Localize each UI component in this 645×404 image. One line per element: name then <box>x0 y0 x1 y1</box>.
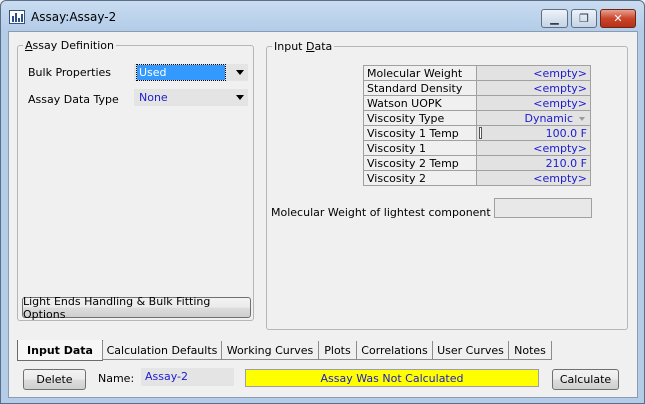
table-row[interactable]: Molecular Weight <empty> <box>363 65 591 81</box>
minimize-button[interactable]: ▁ <box>541 9 568 28</box>
assay-data-type-value: None <box>139 91 168 104</box>
table-row[interactable]: Viscosity 1 <empty> <box>363 140 591 156</box>
chevron-down-icon <box>236 95 244 100</box>
grid-value[interactable]: <empty> <box>476 65 591 81</box>
grid-value[interactable]: <empty> <box>476 140 591 156</box>
assay-definition-group: Assay Definition <box>17 39 254 321</box>
assay-window: Assay:Assay-2 ▁ ❐ ✕ Assay Definition Bul… <box>0 0 645 404</box>
grid-key: Molecular Weight <box>363 65 477 81</box>
assay-data-type-label: Assay Data Type <box>28 93 119 106</box>
lightest-component-field[interactable] <box>494 198 592 218</box>
grid-key: Standard Density <box>363 80 477 96</box>
grid-key: Viscosity 2 Temp <box>363 155 477 171</box>
input-data-legend: Input Data <box>274 40 333 53</box>
grid-key: Viscosity Type <box>363 110 477 126</box>
light-ends-handling-button[interactable]: Light Ends Handling & Bulk Fitting Optio… <box>22 295 251 321</box>
close-button[interactable]: ✕ <box>600 9 636 28</box>
lightest-component-label: Molecular Weight of lightest component <box>271 206 491 219</box>
grid-value[interactable]: <empty> <box>476 95 591 111</box>
input-data-grid: Molecular Weight <empty> Standard Density… <box>363 65 591 186</box>
grid-key: Watson UOPK <box>363 95 477 111</box>
grid-key: Viscosity 1 <box>363 140 477 156</box>
tab-user-curves[interactable]: User Curves <box>432 341 509 360</box>
assay-app-icon <box>9 10 25 24</box>
calculate-button[interactable]: Calculate <box>552 369 619 390</box>
table-row[interactable]: Viscosity Type Dynamic <box>363 110 591 126</box>
name-field[interactable]: Assay-2 <box>141 368 234 386</box>
assay-definition-legend: Assay Definition <box>25 39 115 52</box>
bulk-properties-dropdown[interactable]: Used <box>134 64 248 81</box>
grid-key: Viscosity 1 Temp <box>363 125 477 141</box>
close-icon: ✕ <box>613 12 623 25</box>
delete-button[interactable]: Delete <box>23 369 86 390</box>
table-row[interactable]: Watson UOPK <empty> <box>363 95 591 111</box>
chevron-down-icon <box>236 70 244 75</box>
grid-value[interactable]: <empty> <box>476 170 591 186</box>
tab-input-data[interactable]: Input Data <box>17 340 103 361</box>
grid-value[interactable]: 210.0 F <box>476 155 591 171</box>
chevron-down-icon <box>579 116 585 121</box>
viscosity-type-dropdown[interactable]: Dynamic <box>476 110 591 126</box>
minimize-icon: ▁ <box>550 12 559 25</box>
tab-correlations[interactable]: Correlations <box>356 341 433 360</box>
bulk-properties-label: Bulk Properties <box>28 66 112 79</box>
tab-notes[interactable]: Notes <box>508 341 552 360</box>
table-row[interactable]: Viscosity 2 Temp 210.0 F <box>363 155 591 171</box>
bulk-properties-value: Used <box>136 64 226 81</box>
name-label: Name: <box>98 372 135 385</box>
tab-working-curves[interactable]: Working Curves <box>221 341 319 360</box>
table-row[interactable]: Viscosity 2 <empty> <box>363 170 591 186</box>
grid-key: Viscosity 2 <box>363 170 477 186</box>
grid-value-active[interactable]: 100.0 F <box>476 125 591 141</box>
maximize-button[interactable]: ❐ <box>571 9 597 28</box>
grid-value: 100.0 F <box>545 126 587 140</box>
table-row[interactable]: Viscosity 1 Temp 100.0 F <box>363 125 591 141</box>
title-bar[interactable]: Assay:Assay-2 ▁ ❐ ✕ <box>1 1 644 31</box>
tab-plots[interactable]: Plots <box>318 341 357 360</box>
grid-value: Dynamic <box>524 111 573 125</box>
calculation-status-bar: Assay Was Not Calculated <box>245 369 539 387</box>
grid-value[interactable]: <empty> <box>476 80 591 96</box>
maximize-icon: ❐ <box>579 12 589 25</box>
tab-calculation-defaults[interactable]: Calculation Defaults <box>102 341 222 360</box>
table-row[interactable]: Standard Density <empty> <box>363 80 591 96</box>
assay-data-type-dropdown[interactable]: None <box>134 89 248 106</box>
window-client-area: Assay Definition Bulk Properties Used As… <box>8 31 638 398</box>
cell-caret-icon <box>479 127 482 139</box>
window-title: Assay:Assay-2 <box>31 10 117 24</box>
